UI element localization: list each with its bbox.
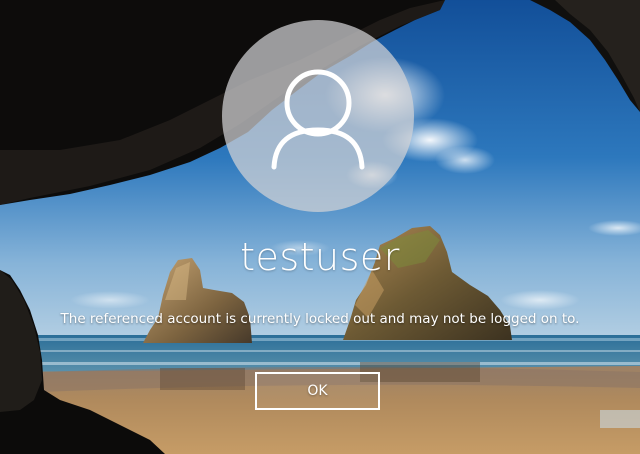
lock-screen: testuser The referenced account is curre… [0,0,640,454]
username-label: testuser [240,235,400,279]
user-avatar [222,20,414,212]
lockout-message: The referenced account is currently lock… [60,311,580,327]
ok-button[interactable]: OK [255,372,380,410]
user-icon [271,69,365,170]
